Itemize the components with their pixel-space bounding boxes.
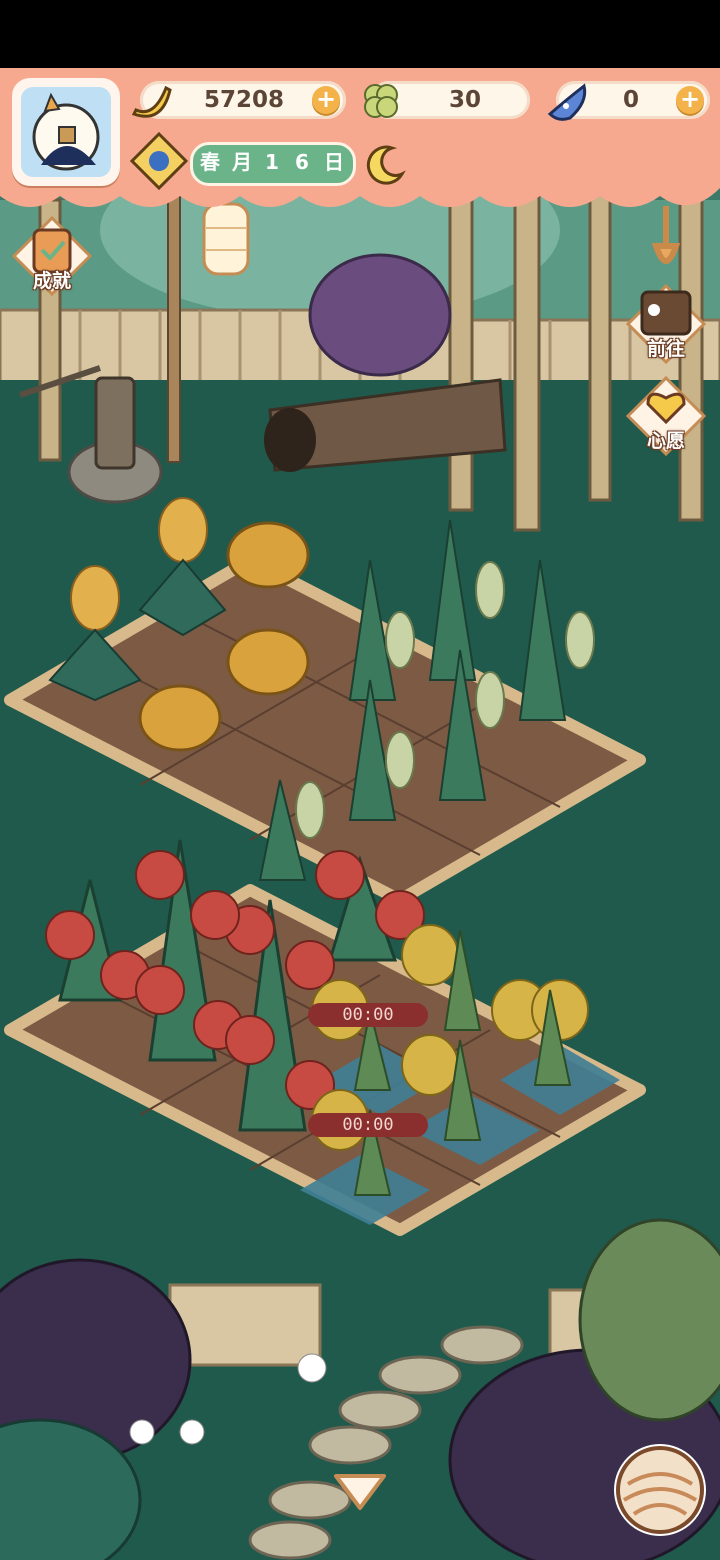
- clover-value: 30: [448, 87, 481, 113]
- add-gem-button[interactable]: +: [676, 86, 704, 114]
- wish-label: 心愿: [646, 430, 685, 452]
- date-season: 春: [200, 150, 220, 174]
- banana-icon: [131, 85, 172, 118]
- garden-scene: [0, 68, 720, 1560]
- clover-icon: [364, 84, 398, 118]
- moon-icon: [366, 145, 406, 185]
- goto-label: 前往: [646, 338, 685, 360]
- plot-timer: 00:00: [308, 1113, 428, 1137]
- yarn-ball-button[interactable]: [614, 1444, 706, 1536]
- plot-timer: 00:00: [308, 1003, 428, 1027]
- garden-illustration: [0, 68, 720, 1560]
- goto-button[interactable]: 前往: [624, 282, 708, 366]
- gem-value: 0: [622, 87, 639, 113]
- yarn-ball-icon: [616, 1446, 704, 1534]
- achievements-button[interactable]: 成就: [10, 214, 94, 298]
- date-day: 日: [324, 150, 344, 174]
- down-arrow-icon[interactable]: [332, 1470, 388, 1514]
- game-screen: 57208 + 30 0 + 春 月 1 6 日 成就 前往 心愿 00:00 …: [0, 0, 720, 1560]
- wish-button[interactable]: 心愿: [624, 374, 708, 458]
- blue-gem-icon: [547, 83, 587, 121]
- top-hud: 57208 + 30 0 + 春 月 1 6 日: [0, 68, 720, 218]
- date-digit-2: 6: [295, 150, 309, 174]
- avatar-portrait: [21, 87, 111, 177]
- status-bar: [0, 0, 720, 68]
- rope-icon[interactable]: [648, 206, 684, 276]
- player-avatar[interactable]: [12, 78, 120, 186]
- banana-value: 57208: [203, 87, 285, 113]
- calendar-icon[interactable]: [130, 132, 188, 190]
- cat-avatar-icon: [32, 92, 100, 171]
- achievements-label: 成就: [32, 270, 71, 292]
- add-banana-button[interactable]: +: [312, 86, 340, 114]
